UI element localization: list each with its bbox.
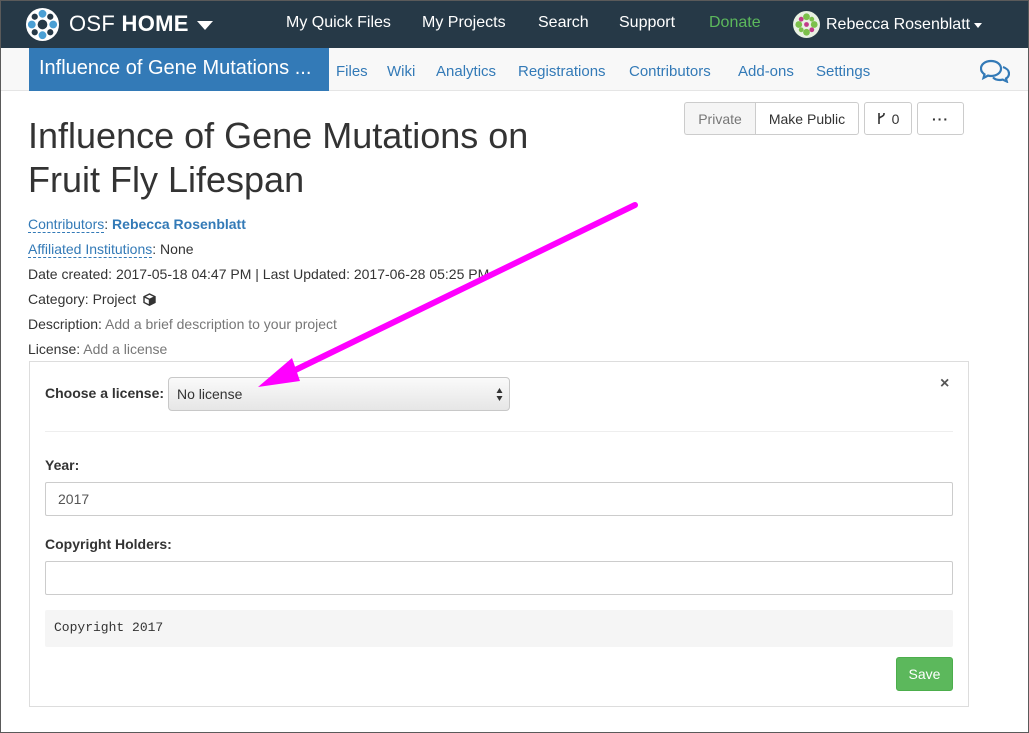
license-editable[interactable]: Add a license bbox=[83, 341, 167, 357]
private-button[interactable]: Private bbox=[684, 102, 755, 135]
affiliated-value: None bbox=[160, 241, 194, 257]
category-label: Category: bbox=[28, 291, 89, 307]
fork-button[interactable]: 0 bbox=[864, 102, 912, 135]
top-navbar: OSF HOME My Quick Files My Projects Sear… bbox=[0, 0, 1029, 48]
contributors-link[interactable]: Contributors bbox=[28, 216, 105, 233]
affiliated-institutions-link[interactable]: Affiliated Institutions bbox=[28, 241, 153, 258]
comments-icon[interactable] bbox=[980, 59, 1010, 83]
contributors-colon: : bbox=[104, 216, 113, 232]
choose-license-label: Choose a license: bbox=[45, 385, 165, 401]
category-line: Category: Project bbox=[28, 291, 156, 307]
select-arrows-icon bbox=[496, 388, 503, 401]
license-select[interactable]: No license bbox=[168, 377, 510, 411]
cube-icon bbox=[143, 293, 156, 306]
more-button-group: ··· bbox=[917, 102, 964, 135]
project-nav-wiki[interactable]: Wiki bbox=[387, 63, 415, 80]
user-menu[interactable]: Rebecca Rosenblatt bbox=[793, 11, 983, 38]
fork-count: 0 bbox=[891, 110, 900, 127]
nav-search[interactable]: Search bbox=[538, 14, 589, 32]
user-name: Rebecca Rosenblatt bbox=[826, 15, 971, 33]
year-label: Year: bbox=[45, 457, 80, 473]
affiliated-colon: : bbox=[152, 241, 161, 257]
brand-text: OSF HOME bbox=[69, 11, 189, 37]
nav-my-projects[interactable]: My Projects bbox=[422, 14, 506, 32]
project-title: Influence of Gene Mutations on Fruit Fly… bbox=[28, 115, 529, 200]
fork-button-group: 0 bbox=[864, 102, 912, 135]
brand-osf: OSF bbox=[69, 11, 116, 36]
nav-support[interactable]: Support bbox=[619, 14, 675, 32]
osf-logo-icon bbox=[25, 7, 60, 41]
make-public-button[interactable]: Make Public bbox=[755, 102, 859, 135]
description-editable[interactable]: Add a brief description to your project bbox=[105, 316, 337, 332]
chevron-down-icon bbox=[196, 21, 213, 30]
project-nav-settings[interactable]: Settings bbox=[816, 63, 870, 80]
copyright-holders-input[interactable] bbox=[45, 561, 953, 595]
divider bbox=[45, 431, 953, 432]
license-line: License: Add a license bbox=[28, 341, 167, 357]
license-panel: Choose a license: No license × Year: 201… bbox=[29, 361, 969, 707]
save-button[interactable]: Save bbox=[896, 657, 953, 691]
project-navbar: Influence of Gene Mutations ... Files Wi… bbox=[0, 48, 1029, 91]
license-preview: Copyright 2017 bbox=[45, 610, 953, 647]
description-line: Description: Add a brief description to … bbox=[28, 316, 337, 332]
contributor-name[interactable]: Rebecca Rosenblatt bbox=[112, 216, 246, 232]
project-nav-registrations[interactable]: Registrations bbox=[518, 63, 606, 80]
project-nav-files[interactable]: Files bbox=[336, 63, 368, 80]
contributors-line: Contributors: Rebecca Rosenblatt bbox=[28, 216, 246, 233]
chevron-down-icon bbox=[974, 23, 983, 28]
year-input[interactable]: 2017 bbox=[45, 482, 953, 516]
code-fork-icon bbox=[877, 113, 885, 124]
category-value: Project bbox=[92, 291, 137, 307]
privacy-button-group: Private Make Public bbox=[684, 102, 859, 135]
license-select-value: No license bbox=[177, 386, 243, 402]
project-nav-contributors[interactable]: Contributors bbox=[629, 63, 711, 80]
more-options-button[interactable]: ··· bbox=[917, 102, 964, 135]
brand-home: HOME bbox=[121, 11, 189, 36]
close-icon[interactable]: × bbox=[940, 375, 949, 393]
nav-my-quick-files[interactable]: My Quick Files bbox=[286, 14, 391, 32]
copyright-holders-label: Copyright Holders: bbox=[45, 536, 172, 552]
osf-home-brand[interactable]: OSF HOME bbox=[25, 6, 213, 42]
license-label: License: bbox=[28, 341, 81, 357]
description-label: Description: bbox=[28, 316, 102, 332]
avatar bbox=[793, 11, 820, 38]
nav-donate[interactable]: Donate bbox=[709, 14, 761, 32]
date-line: Date created: 2017-05-18 04:47 PM | Last… bbox=[28, 266, 490, 282]
affiliated-line: Affiliated Institutions: None bbox=[28, 241, 194, 258]
project-nav-analytics[interactable]: Analytics bbox=[436, 63, 496, 80]
project-nav-addons[interactable]: Add-ons bbox=[738, 63, 794, 80]
project-title-tab[interactable]: Influence of Gene Mutations ... bbox=[29, 48, 329, 91]
